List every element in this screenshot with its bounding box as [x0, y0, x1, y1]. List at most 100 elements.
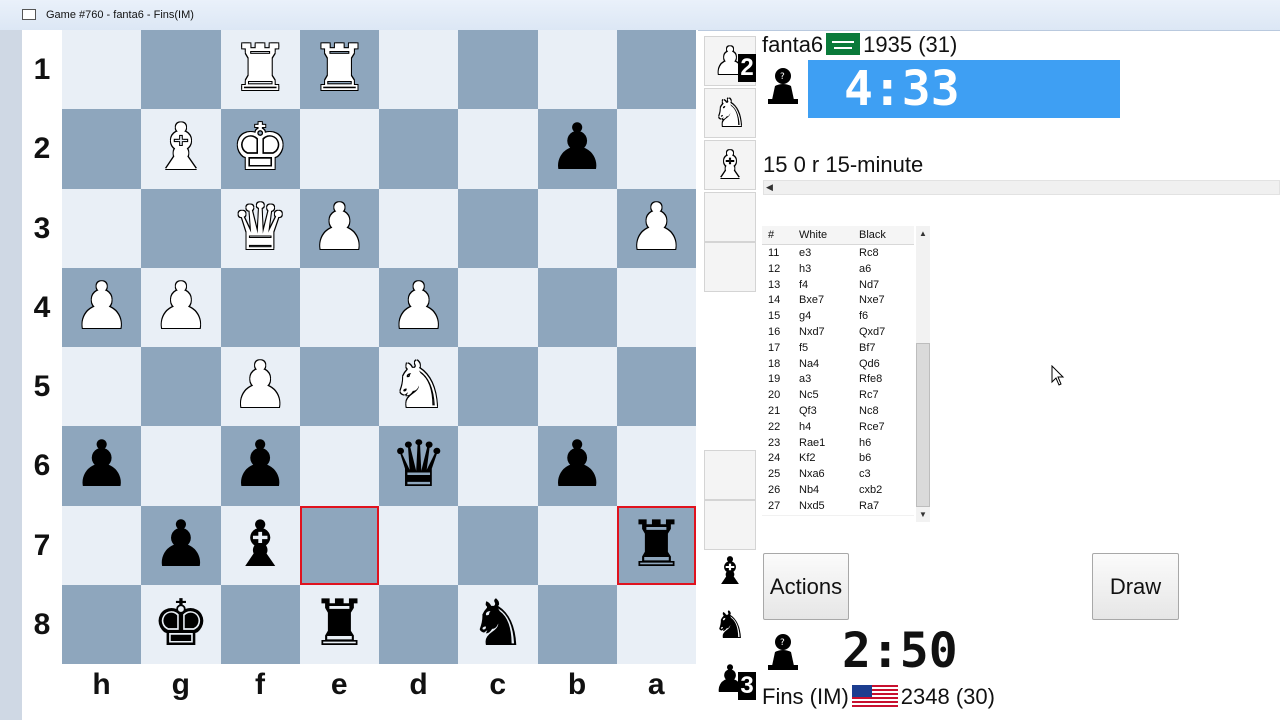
white-rook-icon[interactable]: ♜	[300, 30, 379, 109]
draw-button[interactable]: Draw	[1092, 553, 1179, 620]
white-knight-icon[interactable]: ♞	[379, 347, 458, 426]
square-g5[interactable]	[141, 347, 221, 427]
black-move: f6	[859, 310, 869, 323]
square-e6[interactable]	[299, 426, 379, 506]
file-label: b	[567, 668, 587, 701]
black-king-icon[interactable]: ♚	[141, 585, 220, 664]
square-f8[interactable]	[220, 584, 300, 664]
square-b1[interactable]	[537, 30, 617, 110]
white-move: Rae1	[799, 436, 826, 449]
game-info: 15 0 r 15-minute	[763, 152, 924, 177]
chess-board[interactable]: ♜ ♜ ♝ ♚ ♟ ♛ ♟ ♟ ♟ ♟ ♟ ♟ ♞ ♟ ♟ ♛ ♟ ♟ ♝ ♜ ♚ ♜ ♞	[62, 30, 696, 664]
window-title: Game #760 - fanta6 - Fins(IM)	[46, 9, 194, 21]
black-pawn-icon[interactable]: ♟	[221, 426, 300, 505]
black-knight-icon[interactable]: ♞	[458, 585, 537, 664]
move-row[interactable]: 18 Na4 Qd6	[762, 356, 914, 374]
black-pawn-icon[interactable]: ♟	[141, 506, 220, 585]
square-c1[interactable]	[458, 30, 538, 110]
square-h8[interactable]	[62, 584, 142, 664]
square-b5[interactable]	[537, 347, 617, 427]
move-row[interactable]: 17 f5 Bf7	[762, 340, 914, 358]
white-pawn-icon[interactable]: ♟	[62, 268, 141, 347]
black-bishop-icon[interactable]: ♝	[221, 506, 300, 585]
move-row[interactable]: 23 Rae1 h6	[762, 435, 914, 453]
square-g6[interactable]	[141, 426, 221, 506]
square-h1[interactable]	[62, 30, 142, 110]
square-b4[interactable]	[537, 267, 617, 347]
square-c6[interactable]	[458, 426, 538, 506]
horizontal-scrollbar[interactable]: ◀	[763, 180, 1280, 195]
square-d2[interactable]	[379, 109, 459, 189]
move-row[interactable]: 20 Nc5 Rc7	[762, 388, 914, 406]
scroll-down-icon[interactable]: ▼	[919, 510, 927, 519]
square-a6[interactable]	[616, 426, 696, 506]
square-h2[interactable]	[62, 109, 142, 189]
black-rook-icon[interactable]: ♜	[617, 506, 696, 585]
move-number: 14	[768, 294, 781, 307]
captured-slot	[704, 450, 756, 500]
black-rook-icon[interactable]: ♜	[300, 585, 379, 664]
white-pawn-icon[interactable]: ♟	[617, 189, 696, 268]
white-bishop-icon[interactable]: ♝	[141, 109, 220, 188]
white-pawn-icon[interactable]: ♟	[221, 347, 300, 426]
black-pawn-icon[interactable]: ♟	[538, 109, 617, 188]
move-row[interactable]: 19 a3 Rfe8	[762, 372, 914, 390]
square-a5[interactable]	[616, 347, 696, 427]
black-queen-icon[interactable]: ♛	[379, 426, 458, 505]
square-e4[interactable]	[299, 267, 379, 347]
square-d8[interactable]	[379, 584, 459, 664]
square-e7[interactable]	[299, 505, 379, 585]
white-pawn-icon[interactable]: ♟	[379, 268, 458, 347]
move-row[interactable]: 22 h4 Rce7	[762, 419, 914, 437]
black-pawn-icon[interactable]: ♟	[538, 426, 617, 505]
move-row[interactable]: 16 Nxd7 Qxd7	[762, 325, 914, 342]
square-d1[interactable]	[379, 30, 459, 110]
move-row[interactable]: 15 g4 f6	[762, 309, 914, 327]
move-row[interactable]: 24 Kf2 b6	[762, 451, 914, 469]
square-c7[interactable]	[458, 505, 538, 585]
move-row[interactable]: 12 h3 a6	[762, 261, 914, 279]
move-row[interactable]: 11 e3 Rc8	[762, 246, 914, 263]
move-row[interactable]: 14 Bxe7 Nxe7	[762, 293, 914, 311]
square-e5[interactable]	[299, 347, 379, 427]
square-b8[interactable]	[537, 584, 617, 664]
square-c3[interactable]	[458, 188, 538, 268]
square-b3[interactable]	[537, 188, 617, 268]
white-pawn-icon[interactable]: ♟	[141, 268, 220, 347]
move-row[interactable]: 13 f4 Nd7	[762, 277, 914, 295]
move-row[interactable]: 21 Qf3 Nc8	[762, 404, 914, 421]
move-row[interactable]: 26 Nb4 cxb2	[762, 483, 914, 500]
square-h5[interactable]	[62, 347, 142, 427]
scrollbar-thumb[interactable]	[916, 343, 930, 507]
white-queen-icon[interactable]: ♛	[221, 189, 300, 268]
black-pawn-icon[interactable]: ♟	[62, 426, 141, 505]
square-d3[interactable]	[379, 188, 459, 268]
saudi-arabia-flag-icon	[826, 33, 861, 55]
square-a8[interactable]	[616, 584, 696, 664]
black-move: Bf7	[859, 341, 876, 354]
square-g1[interactable]	[141, 30, 221, 110]
move-row[interactable]: 25 Nxa6 c3	[762, 467, 914, 485]
square-h7[interactable]	[62, 505, 142, 585]
square-a4[interactable]	[616, 267, 696, 347]
scroll-left-icon[interactable]: ◀	[766, 181, 773, 194]
square-e2[interactable]	[299, 109, 379, 189]
rank-label: 4	[33, 290, 51, 324]
square-a1[interactable]	[616, 30, 696, 110]
scroll-up-icon[interactable]: ▲	[919, 229, 927, 238]
white-pawn-icon[interactable]: ♟	[300, 189, 379, 268]
square-a2[interactable]	[616, 109, 696, 189]
square-b7[interactable]	[537, 505, 617, 585]
square-f4[interactable]	[220, 267, 300, 347]
actions-button[interactable]: Actions	[763, 553, 849, 620]
white-king-icon[interactable]: ♚	[221, 109, 300, 188]
white-rook-icon[interactable]: ♜	[221, 30, 300, 109]
move-number: 20	[768, 389, 781, 402]
square-d7[interactable]	[379, 505, 459, 585]
square-c2[interactable]	[458, 109, 538, 189]
square-c4[interactable]	[458, 267, 538, 347]
square-h3[interactable]	[62, 188, 142, 268]
square-c5[interactable]	[458, 347, 538, 427]
square-g3[interactable]	[141, 188, 221, 268]
move-row[interactable]: 27 Nxd5 Ra7	[762, 498, 914, 516]
